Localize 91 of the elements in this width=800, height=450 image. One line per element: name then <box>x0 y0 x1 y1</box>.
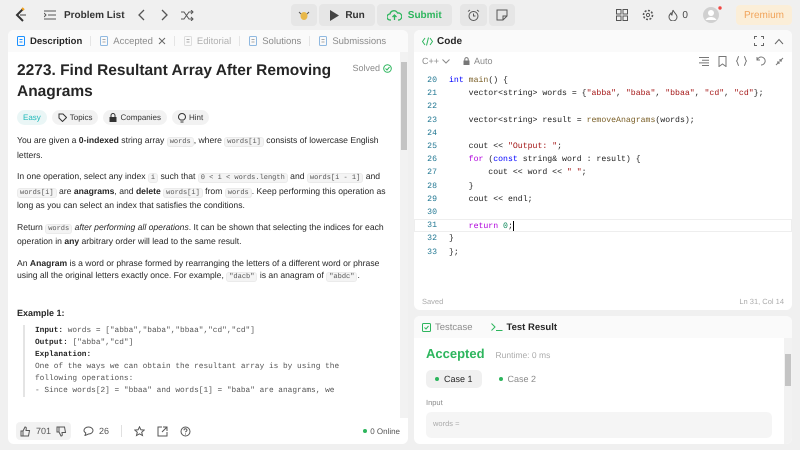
line-number: 25 <box>426 142 437 152</box>
chevron-right-icon[interactable] <box>158 9 169 21</box>
code-line: } <box>449 234 454 244</box>
line-number: 20 <box>426 76 437 86</box>
settings-icon[interactable] <box>642 9 654 21</box>
difficulty-badge: Easy <box>17 110 47 125</box>
problem-title: 2273. Find Resultant Array After Removing Anagrams <box>17 61 332 102</box>
line-number: 31 <box>426 221 437 230</box>
close-icon[interactable] <box>158 37 166 45</box>
tag-chip[interactable]: Hint <box>172 110 210 125</box>
flame-icon <box>668 9 678 21</box>
chevron-left-icon[interactable] <box>136 9 147 21</box>
mode-label: Auto <box>463 56 493 66</box>
like-counter[interactable]: 701 <box>16 422 72 440</box>
bookmark-icon[interactable] <box>718 56 727 66</box>
code-line: } <box>468 182 474 191</box>
line-number: 23 <box>426 116 437 125</box>
line-number: 32 <box>426 234 437 244</box>
checkbox-icon <box>422 322 431 332</box>
braces-icon[interactable] <box>736 56 747 66</box>
line-number: 33 <box>426 248 437 257</box>
list-icon <box>44 10 56 20</box>
line-number: 30 <box>426 208 437 217</box>
tag-chip[interactable]: Topics <box>52 110 98 125</box>
code-line: cout << "Output: "; <box>468 142 562 152</box>
line-number: 28 <box>426 182 437 191</box>
code-line: cout << endl; <box>468 194 533 204</box>
code-line: vector<string> words = {"abba", "baba", "bbaa", "cd", "cd"}; <box>468 89 764 98</box>
case-tab[interactable]: Case 1 <box>426 370 482 388</box>
scrollbar[interactable] <box>400 52 408 418</box>
chevron-up-icon[interactable] <box>774 38 784 44</box>
star-icon[interactable] <box>134 426 146 436</box>
line-number: 24 <box>426 128 437 138</box>
tab-icon <box>318 36 328 46</box>
code-line: }; <box>449 248 459 257</box>
fullscreen-icon[interactable] <box>754 36 764 46</box>
streak-counter[interactable]: 0 <box>668 9 688 21</box>
tab-icon <box>182 36 193 46</box>
note-icon <box>496 9 508 21</box>
example-heading: Example 1: <box>17 308 66 318</box>
cloud-upload-icon <box>386 10 402 20</box>
grid-icon[interactable] <box>616 9 628 21</box>
line-number: 21 <box>426 89 437 98</box>
language-dropdown[interactable]: C++ <box>422 56 450 66</box>
code-line: cout << word << " "; <box>487 168 587 178</box>
tab-icon <box>248 36 258 46</box>
panel-tab[interactable]: Description <box>16 36 82 46</box>
problem-list-button[interactable]: Problem List <box>44 10 125 20</box>
comment-icon <box>83 426 94 436</box>
code-line: vector<string> result = removeAnagrams(words); <box>468 116 695 125</box>
bug-icon <box>298 9 310 21</box>
undo-icon[interactable] <box>756 56 766 66</box>
format-icon[interactable] <box>699 56 709 66</box>
panel-title: Code <box>422 36 462 46</box>
lock-icon <box>463 57 470 65</box>
solved-status: Solved <box>352 63 392 73</box>
comment-counter[interactable]: 26 <box>83 426 110 436</box>
lightbulb-icon <box>178 112 186 122</box>
play-icon <box>329 10 340 20</box>
collapse-icon[interactable] <box>775 56 784 66</box>
code-line: for (const string& word : result) { <box>468 155 641 164</box>
verdict-label: Accepted <box>426 346 485 361</box>
thumbs-up-icon <box>20 426 31 436</box>
check-circle-icon <box>383 64 392 72</box>
tab-icon <box>16 36 26 46</box>
timer-button[interactable] <box>460 4 487 26</box>
tag-chip[interactable]: Companies <box>103 110 167 125</box>
thumbs-down-icon <box>56 426 68 436</box>
line-number: 27 <box>426 168 437 178</box>
code-icon <box>422 36 433 46</box>
tab-icon <box>99 36 110 46</box>
line-number: 26 <box>426 155 437 164</box>
online-count: 0 Online <box>363 426 400 436</box>
line-number: 29 <box>426 194 437 204</box>
logo-icon[interactable] <box>14 7 28 23</box>
code-line: int main() { <box>449 76 508 86</box>
runtime-label: Runtime: 0 ms <box>496 350 550 360</box>
notes-button[interactable] <box>488 4 515 26</box>
terminal-icon <box>490 323 502 331</box>
shuffle-icon[interactable] <box>180 10 194 20</box>
lock-icon <box>109 113 118 122</box>
run-button[interactable]: Run <box>319 4 375 26</box>
chevron-down-icon <box>442 58 450 64</box>
tag-icon <box>58 113 67 122</box>
avatar-icon[interactable] <box>702 6 722 24</box>
help-icon[interactable] <box>180 426 192 436</box>
line-number: 22 <box>426 102 437 112</box>
code-line: return 0; <box>468 220 514 231</box>
alarm-clock-icon <box>466 8 480 22</box>
share-icon[interactable] <box>157 426 168 436</box>
console-tab[interactable]: Test Result <box>490 322 558 332</box>
